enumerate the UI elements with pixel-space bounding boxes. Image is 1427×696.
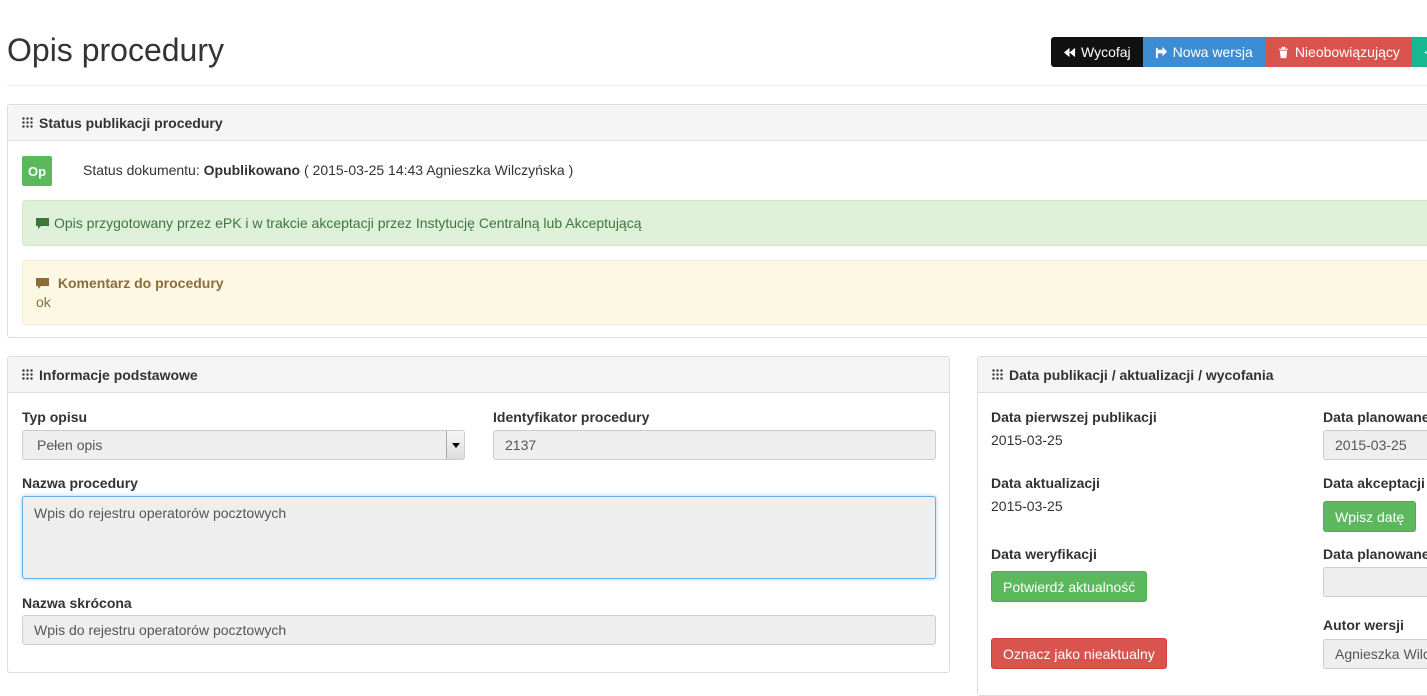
status-prefix: Status dokumentu: <box>83 162 200 178</box>
grid-icon <box>22 369 33 380</box>
comment-text: ok <box>36 294 51 310</box>
new-version-button[interactable]: Nowa wersja <box>1142 37 1265 67</box>
grid-icon <box>22 117 33 128</box>
comment-icon <box>36 217 49 229</box>
toolbar: Wycofaj Nowa wersja Nieobowiązujący Po <box>1051 37 1427 67</box>
status-value: Opublikowano <box>203 162 301 178</box>
status-panel-title: Status publikacji procedury <box>39 114 223 131</box>
planned-date-field-2[interactable] <box>1323 567 1427 597</box>
grid-icon <box>992 369 1003 380</box>
share-icon <box>1155 46 1167 58</box>
document-status: Status dokumentu: Opublikowano ( 2015-03… <box>83 162 573 178</box>
type-select-value: Pełen opis <box>37 437 103 453</box>
chevron-down-icon <box>451 442 460 448</box>
dates-heading: Data publikacji / aktualizacji / wycofan… <box>978 357 1427 393</box>
author-field[interactable]: Agnieszka Wilcz <box>1323 639 1427 669</box>
planned-date-label: Data planowane <box>1323 409 1427 425</box>
info-alert: Opis przygotowany przez ePK i w trakcie … <box>22 200 1427 246</box>
mark-outdated-button[interactable]: Oznacz jako nieaktualny <box>991 638 1167 669</box>
dates-panel: Data publikacji / aktualizacji / wycofan… <box>977 356 1427 696</box>
trash-icon <box>1278 46 1288 58</box>
dates-title: Data publikacji / aktualizacji / wycofan… <box>1009 366 1274 383</box>
short-name-field[interactable]: Wpis do rejestru operatorów pocztowych <box>22 615 936 645</box>
basic-info-panel: Informacje podstawowe Typ opisu Pełen op… <box>7 356 950 673</box>
preview-button[interactable]: Po <box>1411 37 1427 67</box>
status-details: ( 2015-03-25 14:43 Agnieszka Wilczyńska … <box>303 162 574 178</box>
type-label: Typ opisu <box>22 409 88 425</box>
author-label: Autor wersji <box>1323 617 1404 633</box>
name-textarea[interactable] <box>22 496 936 579</box>
first-publication-label: Data pierwszej publikacji <box>991 409 1157 425</box>
not-binding-button-label: Nieobowiązujący <box>1294 44 1400 60</box>
id-field[interactable]: 2137 <box>493 430 936 460</box>
page-title: Opis procedury <box>7 32 224 68</box>
short-name-label: Nazwa skrócona <box>22 595 132 611</box>
comment-icon <box>36 278 49 289</box>
basic-info-heading: Informacje podstawowe <box>8 357 949 393</box>
comment-alert: Komentarz do procedury ok <box>22 260 1427 325</box>
info-alert-text: Opis przygotowany przez ePK i w trakcie … <box>54 215 642 231</box>
new-version-button-label: Nowa wersja <box>1172 44 1253 60</box>
comment-title-row: Komentarz do procedury <box>36 275 1427 291</box>
update-date-value: 2015-03-25 <box>991 498 1063 514</box>
first-publication-value: 2015-03-25 <box>991 432 1063 448</box>
type-select[interactable]: Pełen opis <box>22 430 465 460</box>
update-date-label: Data aktualizacji <box>991 475 1100 491</box>
status-panel: Status publikacji procedury Op Status do… <box>7 104 1427 338</box>
not-binding-button[interactable]: Nieobowiązujący <box>1264 37 1412 67</box>
verification-date-label: Data weryfikacji <box>991 546 1097 562</box>
name-label: Nazwa procedury <box>22 475 138 491</box>
backward-icon <box>1063 47 1076 57</box>
id-label: Identyfikator procedury <box>493 409 650 425</box>
select-arrow[interactable] <box>446 431 464 459</box>
planned-date-label-2: Data planowane <box>1323 546 1427 562</box>
status-badge: Op <box>22 156 52 186</box>
accept-date-label: Data akceptacji <box>1323 475 1425 491</box>
enter-date-button[interactable]: Wpisz datę <box>1323 501 1417 532</box>
header-divider <box>7 85 1427 86</box>
planned-date-field[interactable]: 2015-03-25 <box>1323 430 1427 460</box>
withdraw-button-label: Wycofaj <box>1081 44 1131 60</box>
basic-info-title: Informacje podstawowe <box>39 366 198 383</box>
status-panel-heading: Status publikacji procedury <box>8 105 1427 141</box>
confirm-current-button[interactable]: Potwierdź aktualność <box>991 571 1148 602</box>
withdraw-button[interactable]: Wycofaj <box>1051 37 1143 67</box>
comment-title: Komentarz do procedury <box>57 275 224 291</box>
